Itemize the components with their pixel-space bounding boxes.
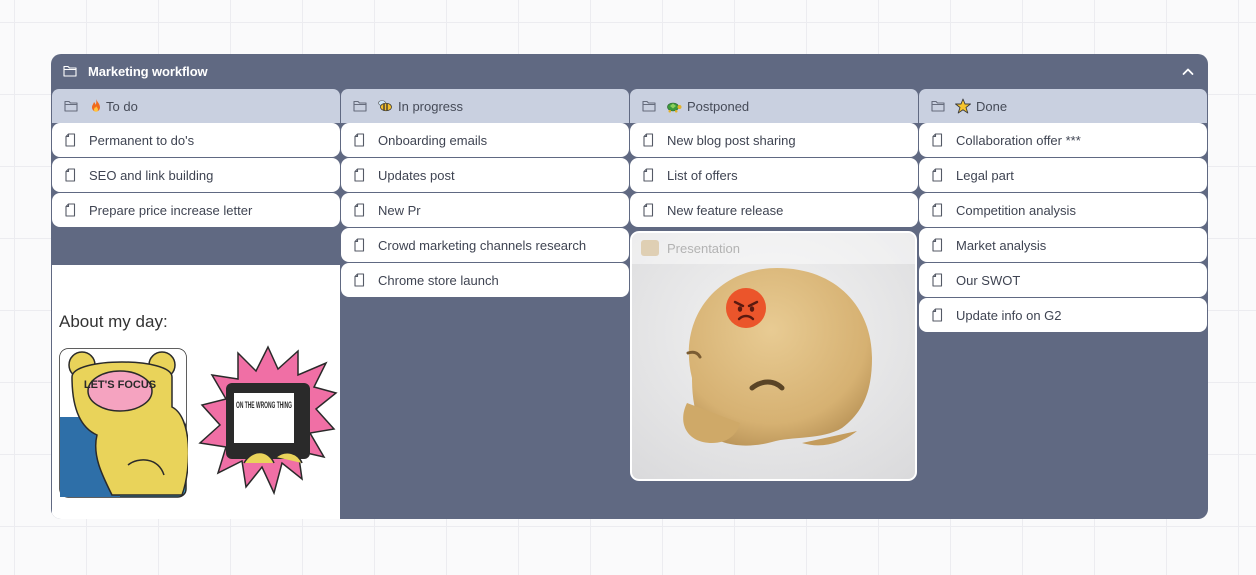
- card-title: SEO and link building: [89, 168, 214, 183]
- folder-icon: [642, 100, 656, 112]
- board-header: Marketing workflow: [51, 54, 1208, 89]
- image-note-card[interactable]: About my day: LET'S FOCUS ON THE WRONG T…: [52, 265, 340, 519]
- column-title: Postponed: [687, 99, 750, 114]
- column-to-do: To do Permanent to do's SEO and link bui…: [52, 89, 340, 519]
- kanban-board: Marketing workflow To do Permanent to do…: [51, 54, 1208, 519]
- card-title: Update info on G2: [956, 308, 1062, 323]
- document-icon: [643, 133, 654, 147]
- angry-face-icon: [726, 288, 766, 328]
- board-title: Marketing workflow: [88, 64, 208, 79]
- document-icon: [932, 308, 943, 322]
- card[interactable]: Legal part: [919, 158, 1207, 192]
- card-title: Collaboration offer ***: [956, 133, 1081, 148]
- card-title: New feature release: [667, 203, 784, 218]
- document-icon: [932, 168, 943, 182]
- card-title: Our SWOT: [956, 273, 1021, 288]
- card[interactable]: Crowd marketing channels research: [341, 228, 629, 262]
- card-title: Onboarding emails: [378, 133, 488, 148]
- media-card-title: Presentation: [667, 241, 740, 256]
- bee-icon: [378, 100, 392, 112]
- column-header[interactable]: Postponed: [630, 89, 918, 123]
- media-label-bar: Presentation: [632, 233, 915, 264]
- column-header[interactable]: In progress: [341, 89, 629, 123]
- frog-image: [632, 233, 915, 479]
- card[interactable]: Update info on G2: [919, 298, 1207, 332]
- column-header[interactable]: To do: [52, 89, 340, 123]
- chevron-up-icon[interactable]: [1180, 64, 1196, 80]
- document-icon: [354, 273, 365, 287]
- card[interactable]: Prepare price increase letter: [52, 193, 340, 227]
- card[interactable]: New feature release: [630, 193, 918, 227]
- document-icon: [932, 203, 943, 217]
- note-title: About my day:: [59, 312, 168, 331]
- column-title: Done: [976, 99, 1008, 114]
- card-title: New blog post sharing: [667, 133, 796, 148]
- document-icon: [354, 168, 365, 182]
- card-title: Competition analysis: [956, 203, 1076, 218]
- card[interactable]: Updates post: [341, 158, 629, 192]
- card-title: Prepare price increase letter: [89, 203, 253, 218]
- column-title: To do: [106, 99, 138, 114]
- folder-icon: [63, 65, 77, 77]
- card[interactable]: Permanent to do's: [52, 123, 340, 157]
- document-icon: [65, 133, 76, 147]
- document-icon: [65, 203, 76, 217]
- lets-focus-sticker: LET'S FOCUS: [59, 348, 188, 498]
- folder-icon: [353, 100, 367, 112]
- card[interactable]: List of offers: [630, 158, 918, 192]
- document-icon: [643, 168, 654, 182]
- column-done: Done Collaboration offer *** Legal part …: [919, 89, 1207, 333]
- card[interactable]: SEO and link building: [52, 158, 340, 192]
- document-icon: [932, 238, 943, 252]
- presentation-thumbnail-icon: [641, 240, 659, 256]
- document-icon: [354, 133, 365, 147]
- card[interactable]: Chrome store launch: [341, 263, 629, 297]
- card-title: Crowd marketing channels research: [378, 238, 587, 253]
- column-postponed: Postponed New blog post sharing List of …: [630, 89, 918, 481]
- card-title: List of offers: [667, 168, 738, 183]
- fire-icon: [92, 99, 100, 112]
- card[interactable]: Our SWOT: [919, 263, 1207, 297]
- sticker-text-2: ON THE WRONG THING: [236, 400, 292, 411]
- card[interactable]: New blog post sharing: [630, 123, 918, 157]
- document-icon: [932, 273, 943, 287]
- column-header[interactable]: Done: [919, 89, 1207, 123]
- card[interactable]: Competition analysis: [919, 193, 1207, 227]
- card-title: Legal part: [956, 168, 1014, 183]
- card[interactable]: Onboarding emails: [341, 123, 629, 157]
- document-icon: [65, 168, 76, 182]
- document-icon: [643, 203, 654, 217]
- column-title: In progress: [398, 99, 464, 114]
- card[interactable]: Market analysis: [919, 228, 1207, 262]
- star-icon: [955, 98, 971, 114]
- card[interactable]: New Pr: [341, 193, 629, 227]
- card[interactable]: Collaboration offer ***: [919, 123, 1207, 157]
- folder-icon: [931, 100, 945, 112]
- folder-icon: [64, 100, 78, 112]
- column-in-progress: In progress Onboarding emails Updates po…: [341, 89, 629, 298]
- card-title: Market analysis: [956, 238, 1047, 253]
- card-title: Chrome store launch: [378, 273, 499, 288]
- media-card-presentation[interactable]: Presentation: [630, 231, 917, 481]
- document-icon: [354, 238, 365, 252]
- card-title: Permanent to do's: [89, 133, 195, 148]
- card-title: Updates post: [378, 168, 455, 183]
- sticker-text-1: LET'S FOCUS: [84, 379, 156, 391]
- document-icon: [932, 133, 943, 147]
- card-title: New Pr: [378, 203, 421, 218]
- turtle-icon: [667, 102, 682, 113]
- wrong-thing-sticker: ON THE WRONG THING: [198, 345, 338, 495]
- document-icon: [354, 203, 365, 217]
